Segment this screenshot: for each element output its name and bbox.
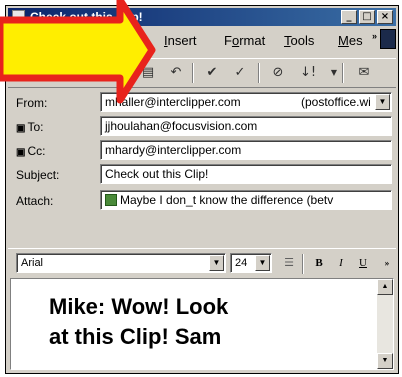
cut-icon[interactable]: ✂ [20,63,40,83]
scroll-down-icon[interactable]: ▼ [377,353,393,369]
message-window: Check out this Clip! _ □ × Insert Format… [5,5,399,374]
toolbar-separator [192,63,194,83]
message-line-1: Mike: Wow! Look [49,294,229,319]
attachment-name: Maybe I don_t know the difference (betv [120,193,334,207]
toolbar-separator [342,63,344,83]
spelling-icon[interactable]: ✓ [230,63,250,83]
chevron-down-icon[interactable]: ▼ [255,255,270,271]
attachment-field[interactable]: Maybe I don_t know the difference (betv [100,190,392,210]
mail-icon [12,10,25,23]
menu-messages[interactable]: Mes [338,33,363,48]
undo-icon[interactable]: ↶ [166,63,186,83]
maximize-button[interactable]: □ [359,10,375,24]
toolbar-separator [302,254,304,274]
font-select[interactable]: Arial ▼ [16,253,226,273]
toolbar-separator [258,63,260,83]
cc-field[interactable]: mhardy@interclipper.com [100,140,392,160]
message-text: Mike: Wow! Look at this Clip! Sam [49,292,369,352]
scroll-up-icon[interactable]: ▲ [377,279,393,295]
copy-icon[interactable]: ❐ [52,63,72,83]
close-button[interactable]: × [377,10,393,24]
vertical-scrollbar[interactable]: ▲ ▼ [377,279,393,369]
formatting-toolbar: Arial ▼ 24 ▼ ☰ B I U » [8,248,396,277]
menu-tools[interactable]: Tools [284,33,314,48]
window-title: Check out this Clip! [30,10,143,24]
message-body[interactable]: Mike: Wow! Look at this Clip! Sam ▲ ▼ [10,278,394,370]
minimize-button[interactable]: _ [341,10,357,24]
attach-label: Attach: [16,194,54,208]
menu-overflow-chevron[interactable]: » [372,31,377,41]
cc-label[interactable]: ▣ Cc: [16,144,45,158]
send-options-icon[interactable]: ✉ [354,63,374,83]
priority-dropdown-icon[interactable]: ▼ [324,63,344,83]
attachment-file-icon [105,194,117,206]
chevron-down-icon[interactable]: ▼ [375,94,390,110]
from-label: From: [16,96,48,110]
from-value: mhaller@interclipper.com [105,95,241,109]
font-size-select[interactable]: 24 ▼ [230,253,272,273]
from-account: (postoffice.wi [301,95,371,109]
address-book-icon: ▣ [16,147,26,158]
chevron-down-icon[interactable]: ▼ [209,255,224,271]
to-label[interactable]: ▣ To: [16,120,43,134]
address-book-icon: ▣ [16,123,26,134]
menu-format[interactable]: Format [224,33,265,48]
subject-label: Subject: [16,168,60,182]
check-names-icon[interactable]: ✔ [202,63,222,83]
to-field[interactable]: jjhoulahan@focusvision.com [100,116,392,136]
menu-insert[interactable]: Insert [164,33,197,48]
bold-button[interactable]: B [310,254,328,272]
italic-button[interactable]: I [332,254,350,272]
menu-bar: Insert Format Tools Mes » [8,28,396,54]
title-bar[interactable]: Check out this Clip! _ □ × [8,8,396,26]
attach-icon[interactable]: ⊘ [268,63,288,83]
subject-field[interactable]: Check out this Clip! [100,164,392,184]
paragraph-style-icon[interactable]: ☰ [280,254,298,272]
windows-logo-icon [380,29,396,49]
format-overflow-chevron[interactable]: » [378,254,396,272]
priority-icon[interactable]: ↓! [298,63,318,83]
message-line-2: at this Clip! Sam [49,324,222,349]
paste-icon[interactable]: ▤ [138,63,158,83]
from-field[interactable]: mhaller@interclipper.com (postoffice.wi … [100,92,392,112]
standard-toolbar: ✂ ❐ ▤ ↶ ✔ ✓ ⊘ ↓! ▼ ✉ [8,58,396,88]
underline-button[interactable]: U [354,254,372,272]
